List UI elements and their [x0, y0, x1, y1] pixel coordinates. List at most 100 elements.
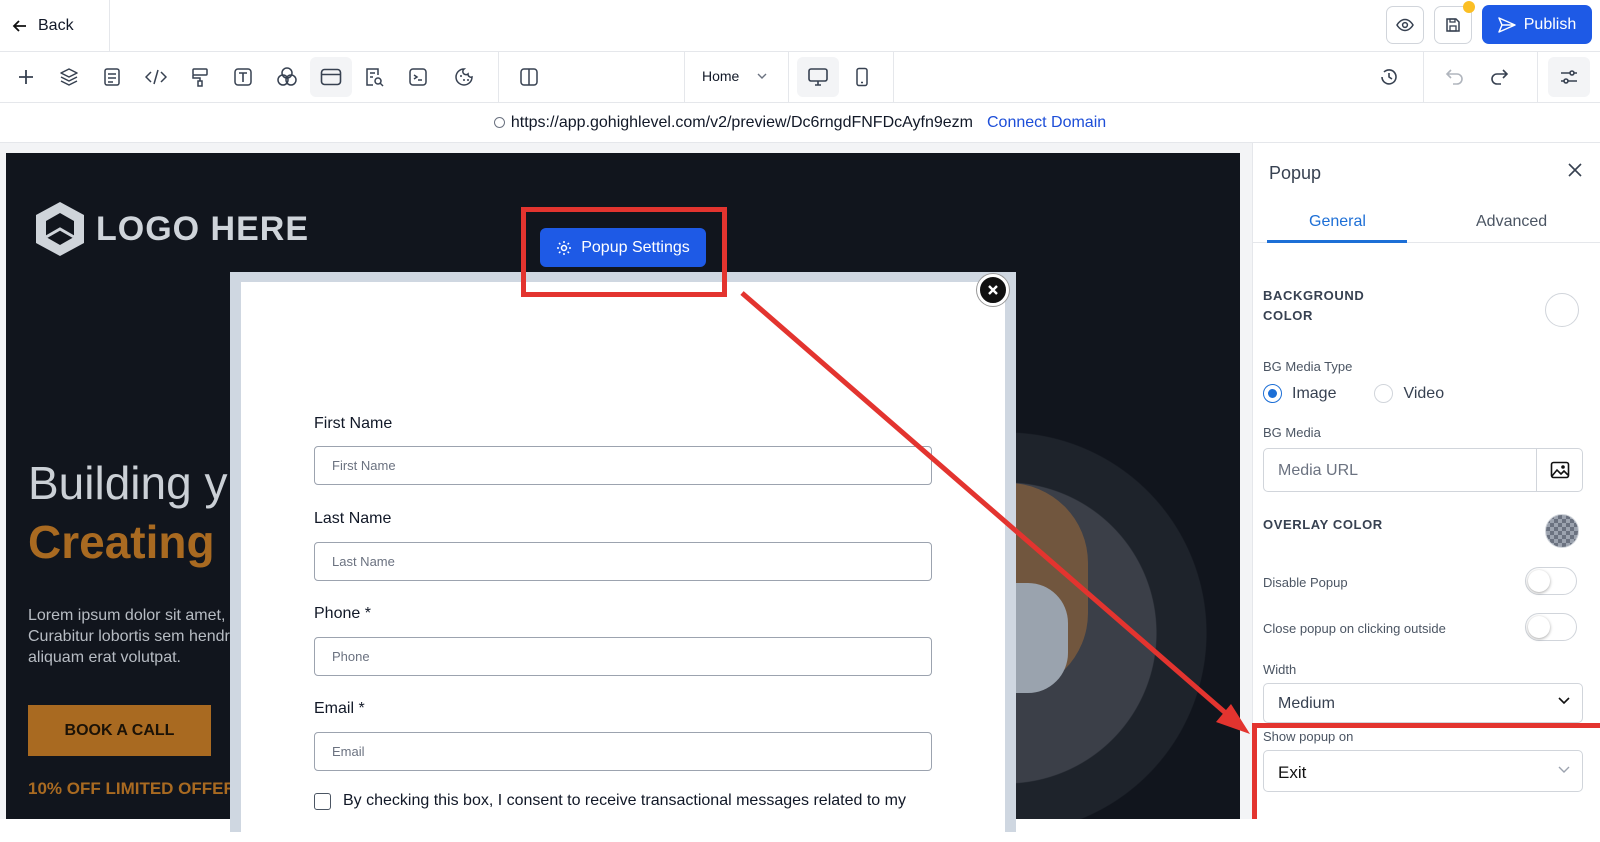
last-name-input[interactable]: Last Name — [314, 542, 932, 581]
bg-media-type-label: BG Media Type — [1263, 359, 1353, 374]
popup-settings-panel: Popup General Advanced BACKGROUND COLOR … — [1252, 143, 1600, 819]
cookie-consent-button[interactable] — [443, 57, 485, 97]
publish-button[interactable]: Publish — [1482, 5, 1592, 44]
back-button[interactable]: Back — [12, 12, 74, 40]
window-icon — [320, 68, 342, 86]
close-icon — [987, 284, 999, 296]
redo-icon — [1489, 68, 1509, 86]
chevron-down-icon — [1558, 697, 1570, 705]
consent-checkbox[interactable] — [314, 793, 331, 810]
hexagon-logo-icon — [32, 199, 88, 259]
paint-roller-icon — [191, 67, 209, 87]
tab-advanced[interactable]: Advanced — [1476, 213, 1547, 231]
divider — [109, 0, 110, 52]
width-select-value: Medium — [1278, 695, 1335, 712]
panel-tabs: General Advanced — [1253, 203, 1600, 243]
width-select[interactable]: Medium — [1263, 683, 1583, 723]
colors-button[interactable] — [266, 57, 308, 97]
tracking-code-button[interactable] — [397, 57, 439, 97]
phone-input[interactable]: Phone — [314, 637, 932, 676]
document-icon — [103, 67, 121, 87]
preview-button[interactable] — [1386, 6, 1424, 44]
redo-button[interactable] — [1478, 57, 1520, 97]
search-document-icon — [364, 67, 384, 87]
layers-icon — [59, 67, 79, 87]
settings-panel-button[interactable] — [1548, 57, 1590, 97]
consent-text: By checking this box, I consent to recei… — [343, 792, 906, 809]
editor-toolbar: Home — [0, 52, 1600, 103]
history-icon — [1378, 66, 1400, 88]
highlight-box-popup-settings — [521, 207, 727, 297]
back-label: Back — [38, 17, 74, 34]
media-picker-button[interactable] — [1536, 449, 1582, 491]
email-placeholder: Email — [332, 744, 365, 759]
plus-icon — [17, 68, 35, 86]
last-name-label: Last Name — [314, 510, 392, 527]
styles-button[interactable] — [179, 57, 221, 97]
columns-icon — [519, 67, 539, 87]
offer-text: 10% OFF LIMITED OFFER — [28, 779, 236, 798]
connect-domain-link[interactable]: Connect Domain — [987, 114, 1106, 132]
typography-button[interactable] — [222, 57, 264, 97]
add-element-button[interactable] — [5, 57, 47, 97]
terminal-icon — [408, 67, 428, 87]
preview-url[interactable]: https://app.gohighlevel.com/v2/preview/D… — [493, 114, 973, 132]
disable-popup-label: Disable Popup — [1263, 575, 1348, 590]
undo-button[interactable] — [1434, 57, 1476, 97]
image-icon — [1550, 461, 1570, 479]
divider — [498, 52, 499, 103]
history-button[interactable] — [1368, 57, 1410, 97]
consent-row: By checking this box, I consent to recei… — [314, 792, 906, 810]
media-url-placeholder: Media URL — [1278, 462, 1359, 479]
video-radio[interactable] — [1374, 384, 1394, 403]
layers-button[interactable] — [48, 57, 90, 97]
panel-close-button[interactable] — [1567, 162, 1583, 178]
sliders-icon — [1559, 68, 1579, 86]
layout-toggle-button[interactable] — [508, 57, 550, 97]
highlight-box-show-popup-on — [1252, 723, 1600, 819]
tab-general[interactable]: General — [1309, 213, 1366, 231]
divider — [893, 52, 894, 103]
panel-title: Popup — [1269, 163, 1322, 183]
background-color-swatch[interactable] — [1545, 293, 1579, 327]
status-circle-icon — [493, 117, 505, 128]
seo-button[interactable] — [353, 57, 395, 97]
phone-placeholder: Phone — [332, 649, 370, 664]
top-bar: Back Publish — [0, 0, 1600, 52]
logo-text: LOGO HERE — [96, 209, 310, 248]
publish-label: Publish — [1523, 15, 1577, 33]
hero-subheadline: Creating r — [28, 516, 246, 568]
image-radio[interactable] — [1263, 384, 1282, 403]
divider — [1423, 52, 1424, 103]
first-name-input[interactable]: First Name — [314, 446, 932, 485]
popup-close-button[interactable] — [977, 274, 1009, 306]
overlay-color-label: OVERLAY COLOR — [1263, 517, 1383, 532]
width-label: Width — [1263, 662, 1297, 677]
bg-media-type-options: Image Video — [1263, 384, 1444, 403]
divider — [788, 52, 789, 103]
undo-icon — [1445, 68, 1465, 86]
logo: LOGO HERE — [32, 199, 309, 259]
code-icon — [145, 68, 167, 86]
mobile-view-button[interactable] — [841, 57, 883, 97]
popup-button[interactable] — [310, 57, 352, 97]
page-selector-value: Home — [702, 68, 740, 84]
divider — [1537, 52, 1538, 103]
book-a-call-button[interactable]: BOOK A CALL — [28, 705, 211, 756]
overlay-color-swatch[interactable] — [1545, 514, 1579, 548]
desktop-icon — [807, 67, 829, 87]
custom-code-button[interactable] — [135, 57, 177, 97]
page-selector[interactable]: Home — [702, 68, 767, 84]
last-name-placeholder: Last Name — [332, 554, 395, 569]
desktop-view-button[interactable] — [797, 57, 839, 97]
preview-url-bar: https://app.gohighlevel.com/v2/preview/D… — [0, 103, 1600, 143]
close-outside-toggle[interactable] — [1525, 613, 1577, 641]
bg-media-label: BG Media — [1263, 425, 1321, 440]
media-url-input[interactable]: Media URL — [1263, 448, 1583, 492]
pages-button[interactable] — [91, 57, 133, 97]
email-input[interactable]: Email — [314, 732, 932, 771]
disable-popup-toggle[interactable] — [1525, 567, 1577, 595]
active-tab-indicator — [1267, 240, 1407, 243]
email-label: Email * — [314, 700, 365, 717]
save-button[interactable] — [1434, 1, 1475, 44]
